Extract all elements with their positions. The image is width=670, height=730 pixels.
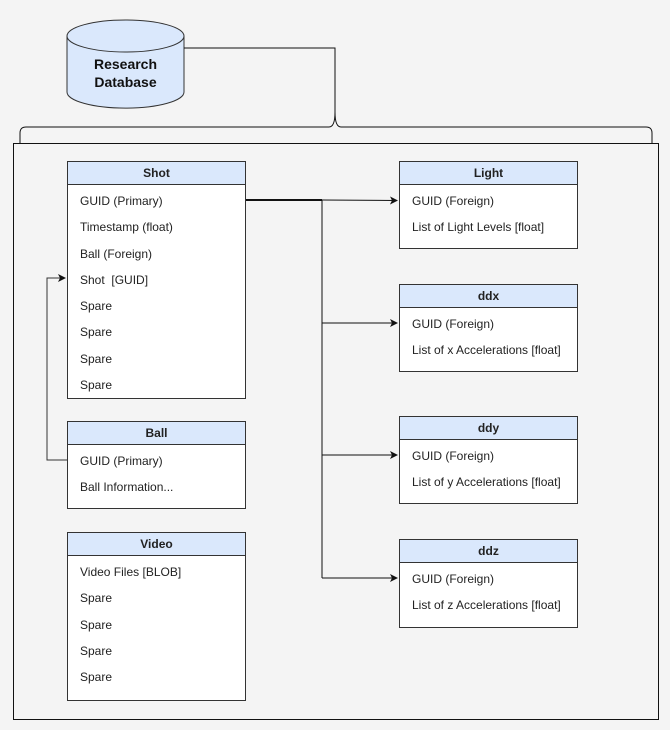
- table-field: Spare: [80, 351, 113, 366]
- table-field: GUID (Primary): [80, 454, 163, 468]
- table-field: Spare: [80, 617, 113, 632]
- table-field: Video Files [BLOB]: [80, 565, 182, 579]
- table-shot[interactable]: Shot GUID (Primary) Timestamp (float) Ba…: [67, 161, 246, 399]
- curly-brace: [19, 111, 653, 143]
- table-field: List of y Accelerations [float]: [412, 475, 561, 490]
- table-header: Light: [400, 162, 577, 185]
- table-field: GUID (Foreign): [412, 194, 495, 208]
- database-label: Research Database: [67, 55, 184, 91]
- table-field: List of Light Levels [float]: [412, 220, 545, 235]
- table-field: List of z Accelerations [float]: [412, 598, 561, 613]
- table-ddy[interactable]: ddy GUID (Foreign) List of y Acceleratio…: [399, 416, 578, 504]
- table-ball[interactable]: Ball GUID (Primary) Ball Information...: [67, 421, 246, 509]
- table-header: Ball: [68, 422, 245, 445]
- table-field: Spare: [80, 670, 113, 685]
- table-field: GUID (Foreign): [412, 449, 495, 463]
- database-label-line2: Database: [94, 74, 157, 90]
- table-field: Ball (Foreign): [80, 246, 153, 261]
- table-header: Video: [68, 533, 245, 556]
- table-header: ddy: [400, 417, 577, 440]
- table-video[interactable]: Video Video Files [BLOB] Spare Spare Spa…: [67, 532, 246, 701]
- table-field: Ball Information...: [80, 480, 174, 495]
- table-field: GUID (Foreign): [412, 572, 495, 586]
- table-header: ddz: [400, 540, 577, 563]
- link-light: [321, 196, 398, 205]
- table-ddx[interactable]: ddx GUID (Foreign) List of x Acceleratio…: [399, 284, 578, 372]
- table-field: GUID (Foreign): [412, 317, 495, 331]
- table-field: Spare: [80, 299, 113, 314]
- table-field: Spare: [80, 325, 113, 340]
- table-header: ddx: [400, 285, 577, 308]
- table-field: Shot [GUID]: [80, 272, 149, 287]
- table-light[interactable]: Light GUID (Foreign) List of Light Level…: [399, 161, 578, 249]
- database-connector: [184, 47, 336, 112]
- table-field: Timestamp (float): [80, 220, 173, 235]
- table-field: GUID (Primary): [80, 194, 163, 208]
- database-label-line1: Research: [93, 56, 158, 72]
- table-field: Spare: [80, 378, 113, 393]
- link-ball-shot: [46, 274, 67, 461]
- table-field: List of x Accelerations [float]: [412, 343, 561, 358]
- table-field: Spare: [80, 591, 113, 606]
- table-header: Shot: [68, 162, 245, 185]
- table-ddz[interactable]: ddz GUID (Foreign) List of z Acceleratio…: [399, 539, 578, 628]
- table-field: Spare: [80, 643, 113, 658]
